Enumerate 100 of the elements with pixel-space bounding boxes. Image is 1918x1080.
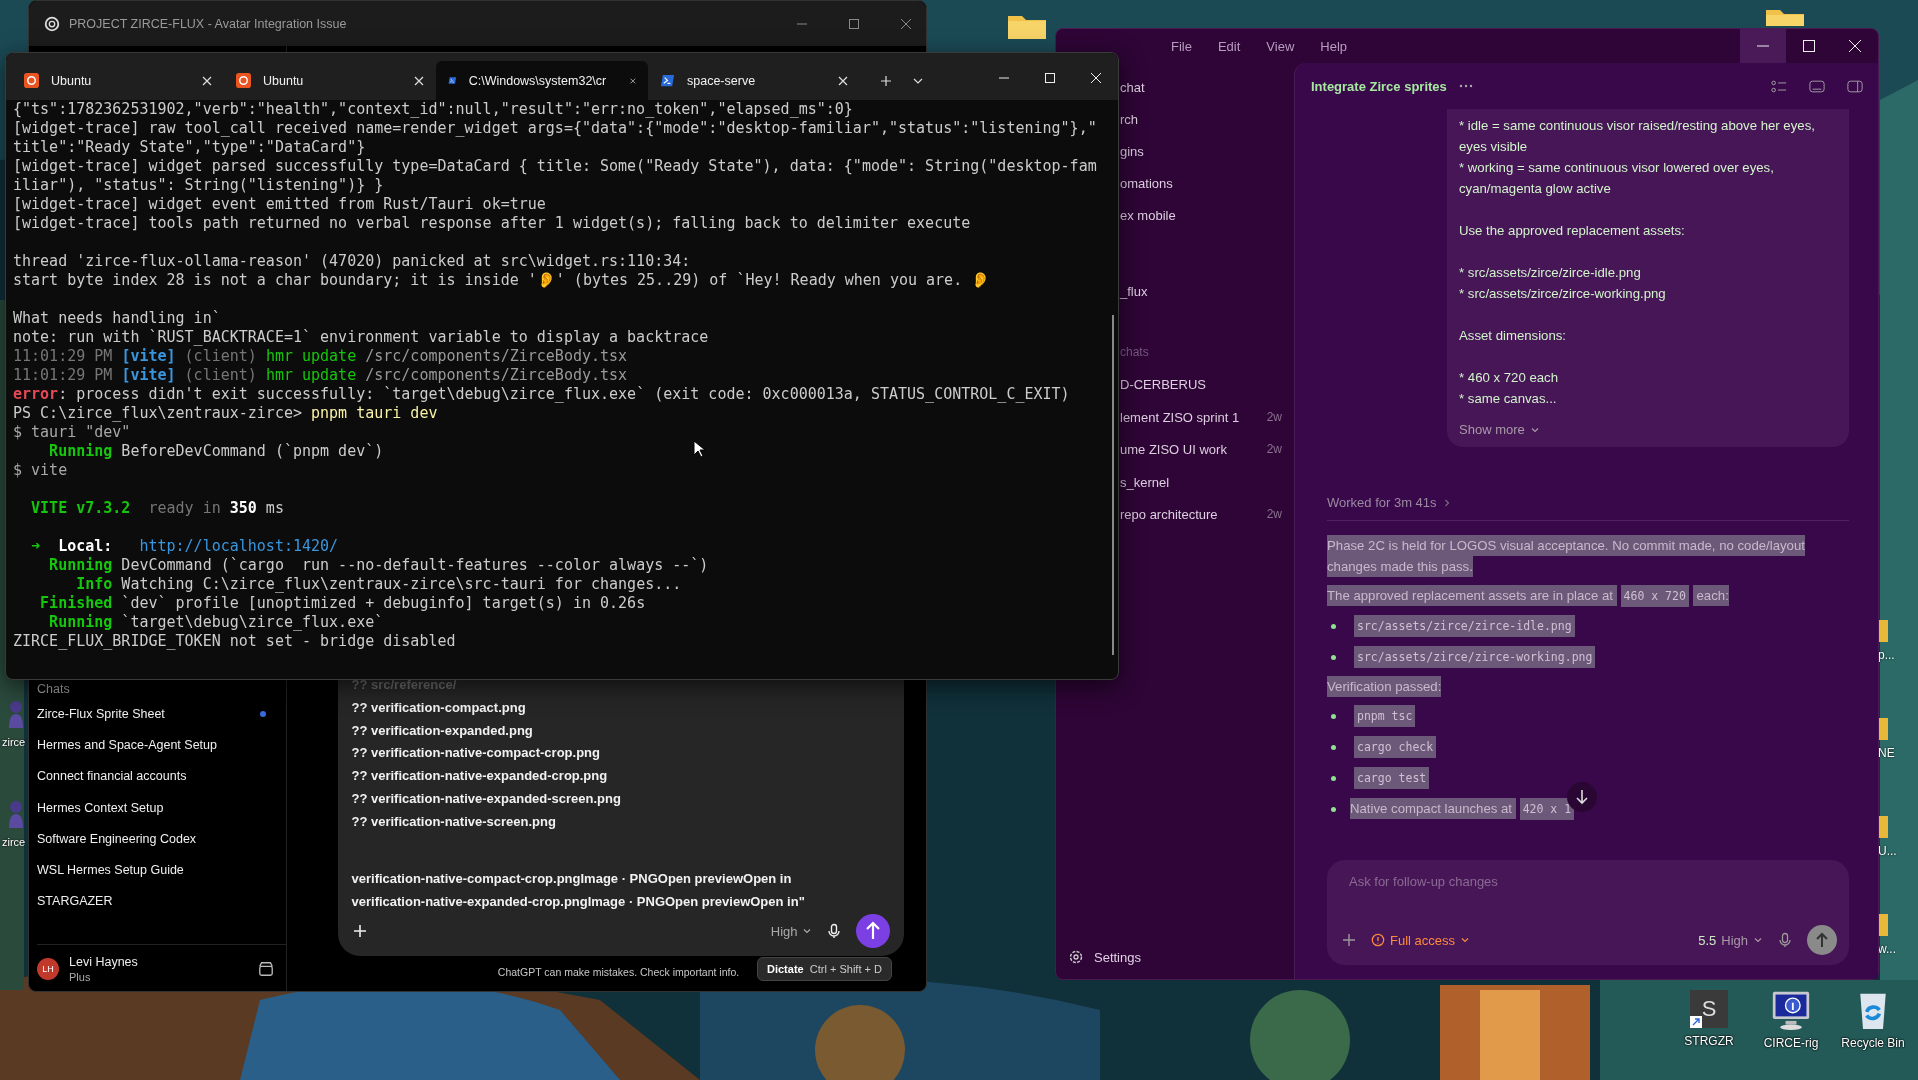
thread-item[interactable]: ume ZISO UI work bbox=[1120, 442, 1227, 475]
response-text: Verification passed: bbox=[1327, 676, 1849, 697]
terminal-tab[interactable]: C:\Windows\system32\cr bbox=[436, 61, 648, 100]
desktop-icon-label[interactable]: CIRCE-rig bbox=[1763, 1036, 1819, 1050]
section-heading: chats bbox=[1120, 345, 1150, 361]
avatar[interactable]: LH bbox=[37, 958, 59, 980]
thread-item[interactable]: s_kernel bbox=[1120, 474, 1170, 507]
sidebar-icon[interactable] bbox=[1847, 79, 1863, 93]
nav-item[interactable]: ex mobile bbox=[1120, 207, 1282, 239]
thread-item[interactable]: lement ZISO sprint 1 bbox=[1120, 409, 1240, 442]
folder-icon[interactable] bbox=[1878, 914, 1888, 936]
thread-age: 2w bbox=[1266, 507, 1282, 523]
terminal-icon bbox=[660, 73, 675, 88]
message-text: * src/assets/zirce/zirce-working.png bbox=[1459, 285, 1667, 303]
message-composer[interactable]: Ask for follow-up changes Full access 5.5 High bbox=[1327, 860, 1849, 965]
thread-item[interactable]: D-CERBERUS bbox=[1120, 377, 1206, 410]
effort-dropdown[interactable]: High bbox=[770, 923, 812, 939]
terminal-line: 11:01:29 PM [vite] (client) hmr update /src/components/ZirceBody.tsx bbox=[13, 347, 628, 366]
terminal-tab[interactable]: Ubuntu bbox=[12, 61, 224, 100]
composer-text: verification-native-expanded-crop.pngImage · PNGOpen previewOpen in" bbox=[351, 893, 806, 912]
message-text: Use the approved replacement assets: bbox=[1459, 222, 1686, 240]
close-tab-icon[interactable] bbox=[202, 75, 212, 86]
disclaimer-text: ChatGPT can make mistakes. Check important info. bbox=[497, 966, 740, 978]
terminal-line: thread 'zirce-flux-ollama-reason' (47020) panicked at src\widget.rs:110:34: bbox=[13, 252, 691, 271]
bullet bbox=[1331, 806, 1336, 812]
tooltip: Dictate Ctrl + Shift + D bbox=[757, 957, 892, 981]
terminal-line: [widget-trace] tools path returned no verbal response after 1 widget(s); falling back to delimiter execute bbox=[13, 214, 971, 233]
close-tab-icon[interactable] bbox=[838, 75, 848, 86]
show-more-button[interactable]: Show more bbox=[1459, 422, 1540, 437]
bullet bbox=[1331, 744, 1336, 750]
desktop-icon-label[interactable]: U... bbox=[1878, 844, 1897, 858]
ubuntu-icon bbox=[24, 73, 39, 88]
list-icon[interactable] bbox=[1771, 79, 1787, 93]
worked-summary[interactable]: Worked for 3m 41s bbox=[1327, 495, 1452, 510]
model-dropdown[interactable]: 5.5 High bbox=[1698, 932, 1763, 948]
terminal-line: Running BeforeDevCommand (`pnpm dev`) bbox=[48, 442, 384, 461]
nav-item[interactable]: rch bbox=[1120, 111, 1282, 143]
nav-item[interactable]: omations bbox=[1120, 175, 1282, 207]
desktop-icon-label[interactable]: zirce bbox=[2, 836, 26, 848]
folder-icon[interactable] bbox=[1878, 718, 1888, 740]
send-button[interactable] bbox=[855, 914, 890, 948]
terminal-line: error: process didn't exit successfully: `target\debug\zirce_flux.exe` (exit code: 0xc000013a, STATUS_CONTROL_C_EXIT) bbox=[13, 385, 1070, 404]
chevron-down-icon bbox=[1753, 935, 1763, 945]
close-tab-icon[interactable] bbox=[414, 75, 424, 86]
terminal-line: VITE v7.3.2 ready in 350 ms bbox=[30, 499, 284, 518]
plan-label: Plus bbox=[69, 971, 92, 983]
terminal-tab[interactable]: Ubuntu bbox=[224, 61, 436, 100]
scroll-down-button[interactable] bbox=[1567, 782, 1597, 812]
terminal-line: $ tauri "dev" bbox=[13, 423, 131, 442]
terminal-line: ZIRCE_FLUX_BRIDGE_TOKEN not set - bridge disabled bbox=[13, 632, 456, 651]
terminal-line: PS C:\zirce_flux\zentraux-zirce> pnpm tauri dev bbox=[13, 404, 438, 423]
folder-icon[interactable] bbox=[1878, 620, 1888, 642]
chevron-down-icon bbox=[1460, 935, 1471, 945]
composer-text: ?? verification-native-screen.png bbox=[351, 812, 557, 831]
chevron-down-icon bbox=[801, 926, 812, 936]
conversation-item[interactable]: Hermes and Space-Agent Setup bbox=[37, 729, 286, 761]
menu-item[interactable]: View bbox=[1266, 38, 1295, 54]
menu-item[interactable]: File bbox=[1171, 38, 1192, 54]
access-dropdown[interactable]: Full access bbox=[1371, 932, 1471, 948]
panel-icon[interactable] bbox=[1809, 79, 1825, 93]
user-name: Levi Haynes bbox=[69, 955, 138, 969]
settings-button[interactable]: Settings bbox=[1068, 949, 1282, 965]
app-shortcut-icon[interactable]: S bbox=[1690, 990, 1728, 1028]
desktop-icon-label[interactable]: p... bbox=[1878, 648, 1895, 662]
terminal-line: [widget-trace] widget event emitted from Rust/Tauri ok=true bbox=[13, 195, 546, 214]
terminal-line: title":"Ready State","type":"DataCard"} bbox=[13, 138, 366, 157]
terminal-line: Info Watching C:\zirce_flux\zentraux-zirce\src-tauri for changes... bbox=[75, 575, 682, 594]
desktop-icon-label[interactable]: zirce bbox=[2, 736, 26, 748]
menu-item[interactable]: Edit bbox=[1217, 38, 1241, 54]
conversation-item[interactable]: Software Engineering Codex bbox=[37, 823, 286, 855]
desktop-icon-label[interactable]: NE bbox=[1878, 746, 1895, 760]
conversation-item[interactable]: STARGAZER bbox=[37, 885, 286, 918]
conversation-item[interactable]: Hermes Context Setup bbox=[37, 791, 286, 824]
terminal-tab[interactable]: space-serve bbox=[648, 61, 860, 100]
new-tab-icon[interactable] bbox=[880, 75, 892, 87]
menu-item[interactable]: Help bbox=[1320, 38, 1348, 54]
conversation-item[interactable]: Connect financial accounts bbox=[37, 760, 286, 792]
thread-age: 2w bbox=[1266, 409, 1282, 426]
nav-item[interactable]: chat bbox=[1120, 79, 1282, 111]
close-tab-icon[interactable] bbox=[630, 75, 636, 86]
desktop-icon-label[interactable]: Recycle Bin bbox=[1841, 1036, 1905, 1050]
warning-icon bbox=[1371, 933, 1385, 947]
composer-text: ?? verification-expanded.png bbox=[351, 721, 534, 740]
conversation-item[interactable]: Zirce-Flux Sprite Sheet bbox=[37, 698, 286, 730]
desktop-icon-label[interactable]: STRGZR bbox=[1684, 1034, 1734, 1048]
conversation-item[interactable]: WSL Hermes Setup Guide bbox=[37, 854, 286, 886]
more-options-icon[interactable] bbox=[1458, 84, 1473, 88]
project-item[interactable]: _flux bbox=[1120, 283, 1282, 315]
thread-item[interactable]: repo architecture bbox=[1120, 507, 1218, 540]
terminal-line: 11:01:29 PM [vite] (client) hmr update /src/components/ZirceBody.tsx bbox=[13, 366, 628, 385]
message-text: * same canvas... bbox=[1459, 390, 1558, 408]
app-logo-icon bbox=[43, 14, 61, 33]
folder-icon[interactable] bbox=[1878, 816, 1888, 838]
composer-text: ?? verification-native-expanded-screen.png bbox=[351, 790, 622, 808]
store-icon[interactable] bbox=[258, 961, 274, 977]
ubuntu-icon bbox=[236, 73, 251, 88]
nav-item[interactable]: gins bbox=[1120, 143, 1282, 175]
message-text: * src/assets/zirce/zirce-idle.png bbox=[1459, 264, 1642, 282]
terminal-line: Running `target\debug\zirce_flux.exe` bbox=[48, 613, 384, 632]
microphone-icon[interactable] bbox=[825, 923, 842, 939]
